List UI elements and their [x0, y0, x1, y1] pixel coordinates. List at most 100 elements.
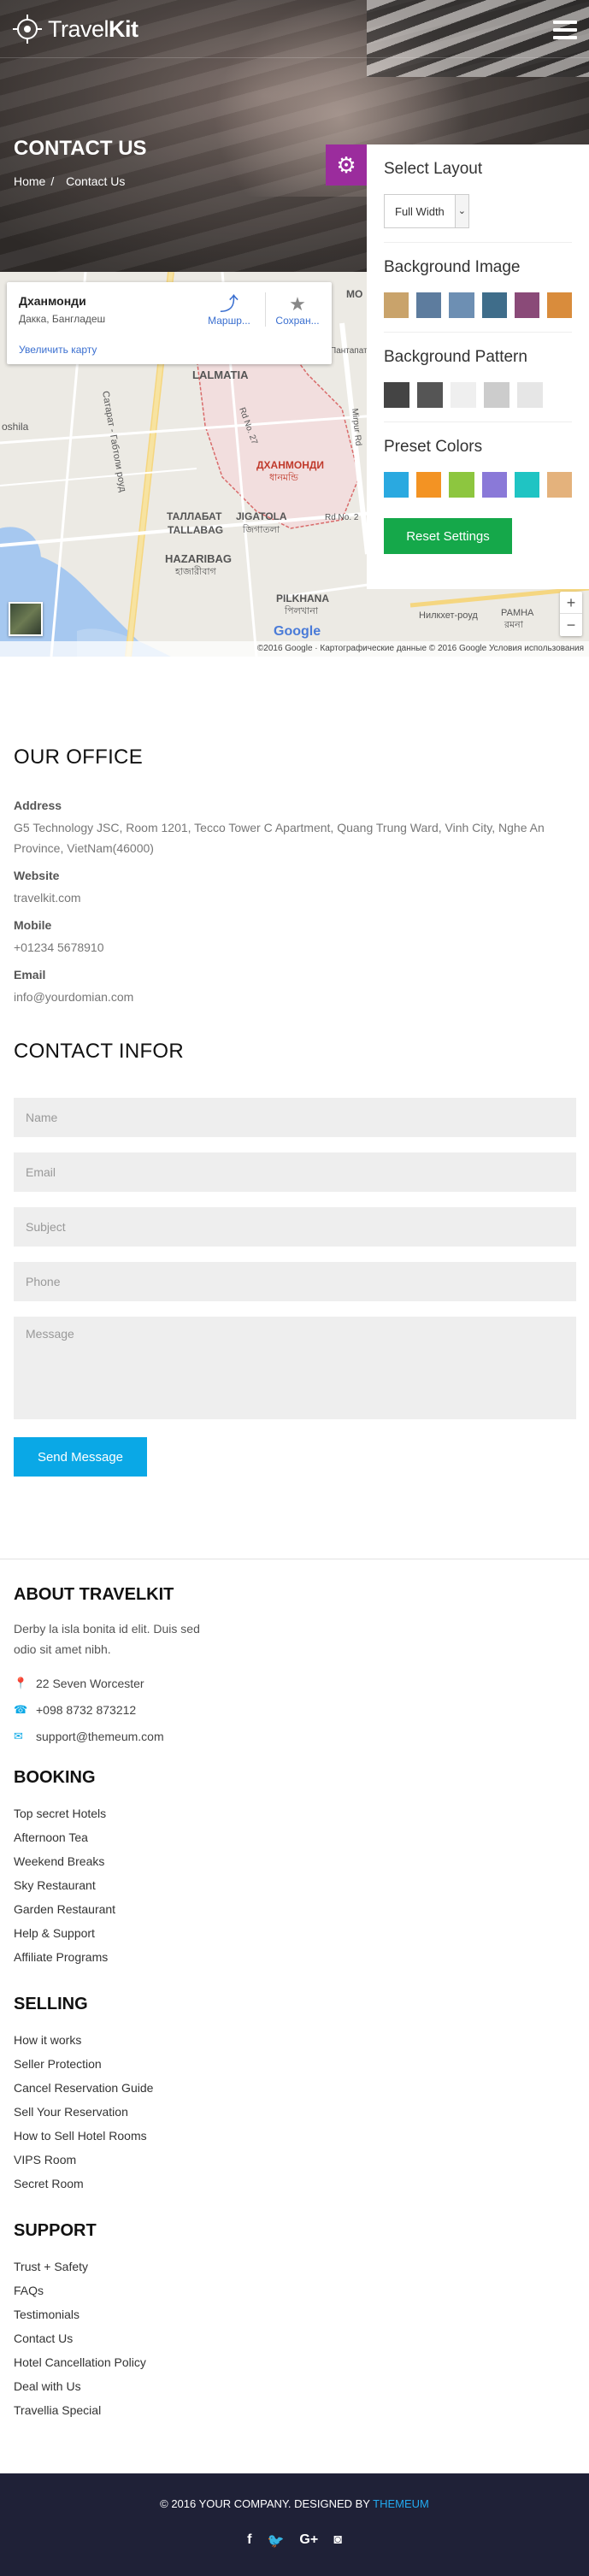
reset-settings-button[interactable]: Reset Settings	[384, 518, 512, 554]
background-pattern-option-1[interactable]	[384, 382, 409, 408]
background-pattern-option-4[interactable]	[484, 382, 509, 408]
preset-color-option-4[interactable]	[481, 472, 507, 498]
list-item[interactable]: How it works	[14, 2028, 575, 2052]
list-item[interactable]: Sell Your Reservation	[14, 2100, 575, 2124]
about-widget: ABOUT TRAVELKIT Derby la isla bonita id …	[14, 1585, 575, 1743]
email-value[interactable]: info@yourdomian.com	[14, 987, 575, 1007]
map-label-jigatola-bn: জিগাতলা	[242, 524, 280, 535]
zoom-controls: + −	[560, 592, 582, 636]
preset-color-option-5[interactable]	[514, 472, 539, 498]
about-text: Derby la isla bonita id elit. Duis sed o…	[14, 1622, 200, 1656]
website-label: Website	[14, 869, 60, 882]
selling-title: SELLING	[14, 1995, 88, 2013]
send-message-button[interactable]: Send Message	[14, 1437, 147, 1477]
our-office-title: OUR OFFICE	[14, 746, 143, 769]
list-item[interactable]: Hotel Cancellation Policy	[14, 2350, 575, 2374]
list-item[interactable]: Travellia Special	[14, 2398, 575, 2422]
map-label-road-2: Rd No. 2	[325, 513, 359, 522]
twitter-icon[interactable]: 🐦	[267, 2532, 284, 2549]
list-item[interactable]: Contact Us	[14, 2326, 575, 2350]
preset-color-option-2[interactable]	[416, 472, 442, 498]
satellite-view-toggle[interactable]	[9, 602, 43, 636]
address-label: Address	[14, 799, 62, 812]
site-footer: © 2016 YOUR COMPANY. DESIGNED BY THEMEUM…	[0, 2473, 589, 2576]
hamburger-menu-icon[interactable]	[553, 21, 577, 39]
background-image-option-1[interactable]	[384, 292, 409, 318]
map-label-ramna-bn: রমনা	[504, 620, 524, 630]
map-label-lalmatia: LALMATIA	[192, 368, 249, 381]
list-item[interactable]: Afternoon Tea	[14, 1825, 575, 1849]
save-place-button[interactable]: ★ Сохран...	[272, 294, 323, 327]
background-image-option-4[interactable]	[481, 292, 507, 318]
map-label-tallabat: ТАЛЛАБАТ	[167, 510, 222, 522]
layout-select[interactable]: Full Width ⌄	[384, 194, 469, 228]
booking-links: Top secret Hotels Afternoon Tea Weekend …	[14, 1801, 575, 1969]
compass-logo-icon	[13, 15, 42, 44]
footer-widgets: ABOUT TRAVELKIT Derby la isla bonita id …	[0, 1559, 589, 2422]
list-item[interactable]: Help & Support	[14, 1921, 575, 1945]
background-image-options	[384, 292, 573, 318]
list-item[interactable]: Deal with Us	[14, 2374, 575, 2398]
email-input[interactable]	[14, 1152, 576, 1192]
list-item[interactable]: Seller Protection	[14, 2052, 575, 2076]
list-item[interactable]: How to Sell Hotel Rooms	[14, 2124, 575, 2148]
list-item[interactable]: Secret Room	[14, 2172, 575, 2196]
breadcrumb-home-link[interactable]: Home	[14, 174, 45, 188]
facebook-icon[interactable]: f	[247, 2532, 251, 2549]
list-item[interactable]: Garden Restaurant	[14, 1897, 575, 1921]
list-item[interactable]: VIPS Room	[14, 2148, 575, 2172]
preset-colors-title: Preset Colors	[384, 438, 483, 456]
site-logo[interactable]: TravelKit	[12, 14, 138, 44]
email-label: Email	[14, 968, 46, 981]
map-label-pantapath: Пантапат	[330, 346, 368, 356]
list-item[interactable]: Cancel Reservation Guide	[14, 2076, 575, 2100]
list-item[interactable]: Weekend Breaks	[14, 1849, 575, 1873]
map-place-card: Дханмонди Дакка, Бангладеш Увеличить кар…	[7, 282, 332, 364]
name-input[interactable]	[14, 1098, 576, 1137]
website-value[interactable]: travelkit.com	[14, 887, 575, 908]
logo-text: TravelKit	[48, 15, 138, 42]
about-email[interactable]: ✉ support@themeum.com	[14, 1730, 575, 1743]
background-pattern-option-5[interactable]	[517, 382, 543, 408]
breadcrumb-current: Contact Us	[66, 174, 126, 188]
map-label-oshila: oshila	[2, 421, 29, 433]
list-item[interactable]: Testimonials	[14, 2302, 575, 2326]
route-button[interactable]: ⤴ Маршр...	[203, 294, 255, 327]
list-item[interactable]: Affiliate Programs	[14, 1945, 575, 1969]
mobile-value: +01234 5678910	[14, 940, 104, 954]
chevron-down-icon: ⌄	[454, 195, 468, 227]
list-item[interactable]: Trust + Safety	[14, 2255, 575, 2278]
social-links: f 🐦 G+ ◙	[0, 2532, 589, 2549]
background-image-option-3[interactable]	[449, 292, 474, 318]
support-links: Trust + Safety FAQs Testimonials Contact…	[14, 2255, 575, 2422]
background-image-title: Background Image	[384, 258, 521, 276]
background-pattern-option-2[interactable]	[417, 382, 443, 408]
background-image-option-6[interactable]	[546, 292, 573, 318]
background-pattern-option-3[interactable]	[451, 382, 476, 408]
designer-link[interactable]: THEMEUM	[373, 2497, 429, 2510]
zoom-in-button[interactable]: +	[560, 592, 582, 614]
message-textarea[interactable]	[14, 1317, 576, 1419]
preset-color-option-6[interactable]	[546, 472, 573, 498]
gear-icon[interactable]: ⚙	[326, 144, 367, 186]
phone-input[interactable]	[14, 1262, 576, 1301]
background-image-option-2[interactable]	[416, 292, 442, 318]
directions-icon: ⤴	[219, 293, 239, 315]
list-item[interactable]: FAQs	[14, 2278, 575, 2302]
enlarge-map-link[interactable]: Увеличить карту	[19, 344, 97, 356]
preset-color-option-1[interactable]	[384, 472, 409, 498]
subject-input[interactable]	[14, 1207, 576, 1247]
list-item[interactable]: Top secret Hotels	[14, 1801, 575, 1825]
instagram-icon[interactable]: ◙	[333, 2532, 342, 2549]
support-title: SUPPORT	[14, 2221, 97, 2240]
copyright: © 2016 YOUR COMPANY. DESIGNED BY THEMEUM	[160, 2497, 429, 2510]
background-image-option-5[interactable]	[514, 292, 539, 318]
google-plus-icon[interactable]: G+	[299, 2532, 318, 2549]
preset-color-option-3[interactable]	[449, 472, 474, 498]
list-item[interactable]: Sky Restaurant	[14, 1873, 575, 1897]
zoom-out-button[interactable]: −	[560, 614, 582, 636]
google-logo: Google	[274, 624, 321, 639]
select-layout-title: Select Layout	[384, 160, 483, 178]
map-label-nilkhet: Нилкхет-роуд	[419, 610, 478, 621]
about-address: 📍 22 Seven Worcester	[14, 1676, 144, 1690]
